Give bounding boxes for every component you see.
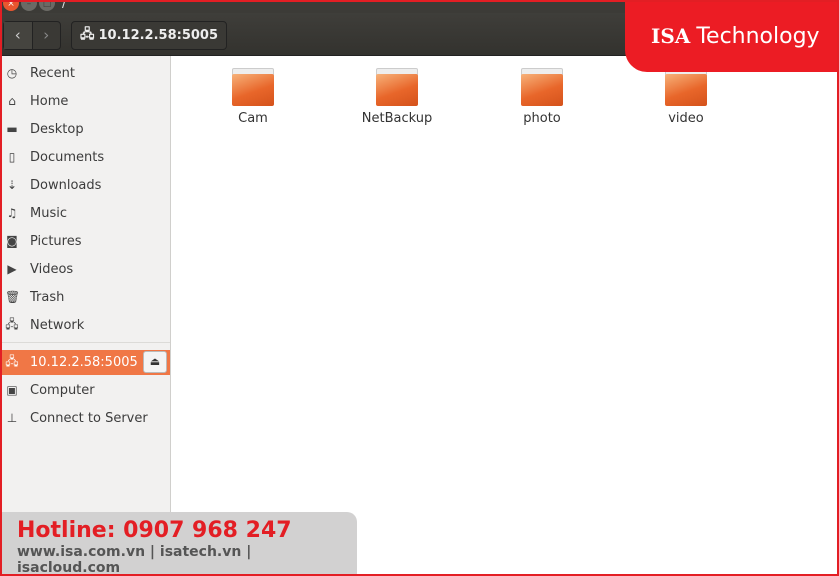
folder-item[interactable]: video bbox=[636, 68, 736, 126]
folder-label: video bbox=[668, 111, 704, 126]
isa-logo: ISA Technology bbox=[625, 0, 839, 72]
window-title: / bbox=[62, 0, 67, 11]
clock-icon: ◷ bbox=[6, 66, 18, 80]
sidebar-item-desktop[interactable]: ▬ Desktop bbox=[0, 116, 170, 142]
website-links: www.isa.com.vn | isatech.vn | isacloud.c… bbox=[17, 544, 252, 576]
location-breadcrumb[interactable]: 🖧 10.12.2.58:5005 bbox=[71, 21, 228, 50]
sidebar-item-downloads[interactable]: ⇣ Downloads bbox=[0, 172, 170, 198]
sidebar-item-label: Documents bbox=[30, 149, 105, 165]
sidebar-item-network[interactable]: 🖧 Network bbox=[0, 312, 170, 338]
computer-icon: ▣ bbox=[6, 383, 18, 397]
maximize-button[interactable]: □ bbox=[39, 0, 55, 11]
folder-item[interactable]: photo bbox=[492, 68, 592, 126]
folder-label: NetBackup bbox=[361, 111, 433, 126]
sidebar-item-network-share[interactable]: 🖧 10.12.2.58:5005 ⏏ bbox=[0, 350, 170, 375]
sidebar-item-label: Computer bbox=[30, 382, 95, 398]
sidebar-item-computer[interactable]: ▣ Computer bbox=[0, 377, 170, 403]
folder-icon bbox=[376, 68, 418, 106]
sidebar-divider bbox=[0, 342, 170, 343]
minimize-button[interactable]: – bbox=[21, 0, 37, 11]
sidebar-item-connect-to-server[interactable]: ⊥ Connect to Server bbox=[0, 405, 170, 431]
logo-mark: ISA bbox=[651, 24, 691, 48]
desktop-folder-icon: ▬ bbox=[6, 122, 18, 136]
trash-icon: 🗑 bbox=[5, 290, 21, 304]
music-icon: ♫ bbox=[6, 206, 18, 220]
sidebar-item-label: Recent bbox=[30, 65, 75, 81]
network-share-icon: 🖧 bbox=[5, 354, 19, 368]
logo-text: Technology bbox=[696, 23, 820, 49]
sidebar-item-label: Pictures bbox=[30, 233, 82, 249]
sidebar-item-label: Trash bbox=[30, 289, 65, 305]
sidebar-item-label: Desktop bbox=[30, 121, 84, 137]
sidebar-item-music[interactable]: ♫ Music bbox=[0, 200, 170, 226]
document-icon: ▯ bbox=[8, 150, 16, 164]
video-icon: ▶ bbox=[7, 262, 17, 276]
sidebar-item-label: Connect to Server bbox=[30, 410, 148, 426]
hotline-text: Hotline: 0907 968 247 bbox=[17, 518, 292, 543]
folder-icon bbox=[521, 68, 563, 106]
sidebar-item-documents[interactable]: ▯ Documents bbox=[0, 144, 170, 170]
server-icon: ⊥ bbox=[6, 411, 18, 425]
sidebar-item-label: Home bbox=[30, 93, 69, 109]
folder-icon bbox=[665, 68, 707, 106]
sidebar-item-recent[interactable]: ◷ Recent bbox=[0, 60, 170, 86]
sidebar-item-label: Downloads bbox=[30, 177, 102, 193]
folder-item[interactable]: Cam bbox=[203, 68, 303, 126]
sidebar-item-label: Music bbox=[30, 205, 67, 221]
home-icon: ⌂ bbox=[8, 94, 16, 108]
sidebar-item-label: Videos bbox=[30, 261, 74, 277]
network-share-icon: 🖧 bbox=[80, 26, 95, 42]
camera-icon: ◙ bbox=[6, 234, 18, 248]
sidebar: ◷ Recent ⌂ Home ▬ Desktop ▯ Documents ⇣ Downl… bbox=[0, 56, 171, 576]
folder-label: photo bbox=[523, 111, 561, 126]
sidebar-item-label: 10.12.2.58:5005 bbox=[30, 355, 138, 370]
folder-icon bbox=[232, 68, 274, 106]
close-button[interactable]: × bbox=[3, 0, 19, 11]
nav-buttons: ‹ › bbox=[3, 21, 61, 50]
location-label: 10.12.2.58:5005 bbox=[98, 28, 219, 43]
sidebar-item-home[interactable]: ⌂ Home bbox=[0, 88, 170, 114]
folder-item[interactable]: NetBackup bbox=[347, 68, 447, 126]
forward-button[interactable]: › bbox=[33, 22, 61, 49]
sidebar-item-trash[interactable]: 🗑 Trash bbox=[0, 284, 170, 310]
sidebar-item-label: Network bbox=[30, 317, 85, 333]
sidebar-item-pictures[interactable]: ◙ Pictures bbox=[0, 228, 170, 254]
download-icon: ⇣ bbox=[6, 178, 18, 192]
sidebar-item-videos[interactable]: ▶ Videos bbox=[0, 256, 170, 282]
back-button[interactable]: ‹ bbox=[4, 22, 33, 49]
folder-label: Cam bbox=[238, 111, 268, 126]
network-icon: 🖧 bbox=[5, 316, 19, 331]
contact-banner: Hotline: 0907 968 247 www.isa.com.vn | i… bbox=[0, 512, 357, 576]
eject-button[interactable]: ⏏ bbox=[143, 351, 167, 373]
